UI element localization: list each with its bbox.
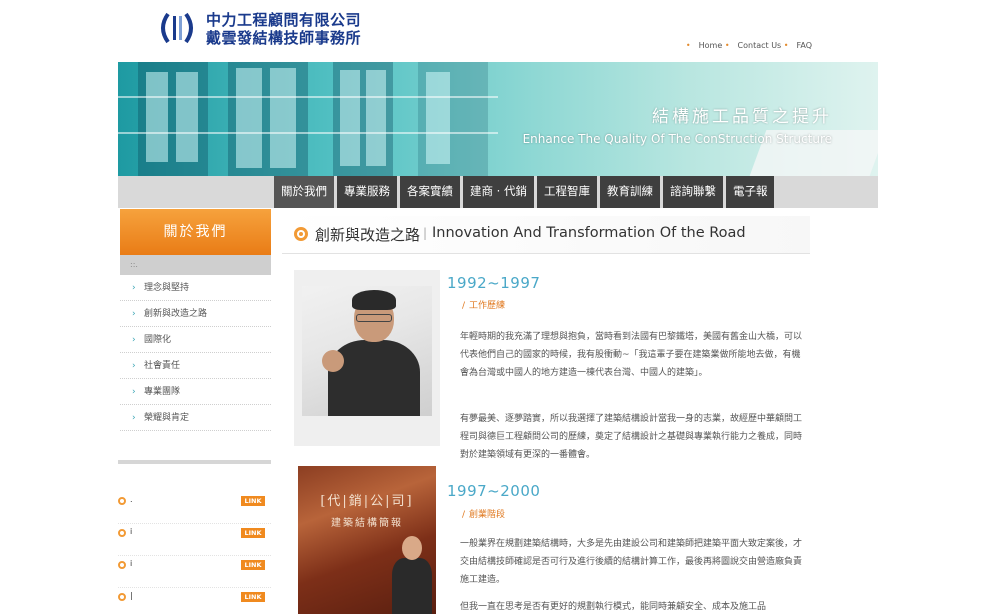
chevron-right-icon: ›	[132, 387, 136, 397]
section2-paragraph1: 一般業界在規劃建築結構時，大多是先由建設公司和建築師把建築平面大致定案後，才交由…	[460, 539, 803, 585]
sidebar-title: 關於我們	[120, 209, 271, 255]
section2-paragraph2: 但我一直在思考是否有更好的規劃執行模式，能同時兼顧安全、成本及施工品	[460, 602, 767, 612]
title-separator: |	[423, 226, 428, 240]
sidebar-item-label: 專業團隊	[144, 387, 181, 397]
company-name-line1: 中力工程顧問有限公司	[206, 11, 362, 29]
company-name: 中力工程顧問有限公司 戴雲發結構技師事務所	[206, 11, 361, 47]
sidebar-item-label: 榮耀與肯定	[144, 413, 190, 423]
link-button[interactable]: LINK	[241, 528, 265, 538]
home-link[interactable]: Home	[699, 41, 723, 50]
site-header: 中力工程顧問有限公司 戴雲發結構技師事務所 • Home • Contact Us …	[118, 0, 878, 62]
sidebar-bar: ::.	[120, 255, 271, 275]
nav-newsletter[interactable]: 電子報	[725, 176, 775, 208]
section1-subtitle-text: 工作歷練	[469, 301, 506, 311]
link-label: i	[130, 559, 133, 568]
chevron-right-icon: ›	[132, 361, 136, 371]
link-button[interactable]: LINK	[241, 496, 265, 506]
banner-title-cn: 結構施工品質之提升	[652, 107, 832, 127]
nav-knowledge[interactable]: 工程智庫	[536, 176, 597, 208]
page-title-en: Innovation And Transformation Of the Roa…	[432, 225, 746, 241]
target-icon	[294, 227, 308, 241]
nav-developers[interactable]: 建商 · 代銷	[463, 176, 534, 208]
book-cover-title: [代|銷|公|司]	[320, 494, 414, 509]
list-item: . LINK	[118, 492, 271, 524]
link-label: |	[130, 591, 133, 600]
sidebar-item-label: 社會責任	[144, 361, 181, 371]
section1-subtitle: / 工作歷練	[462, 301, 506, 311]
bullet-icon: •	[783, 41, 789, 50]
contact-us-link[interactable]: Contact Us	[738, 41, 782, 50]
sidebar-item-innovation[interactable]: › 創新與改造之路	[120, 301, 271, 327]
page-title: 創新與改造之路 | Innovation And Transformation …	[282, 216, 810, 254]
sidebar-item-label: 創新與改造之路	[144, 309, 208, 319]
sidebar-item-international[interactable]: › 國際化	[120, 327, 271, 353]
sidebar-item-honors[interactable]: › 榮耀與肯定	[120, 405, 271, 431]
link-label: i	[130, 527, 133, 536]
list-item: i LINK	[118, 524, 271, 556]
chevron-right-icon: ›	[132, 335, 136, 345]
bullet-icon	[118, 593, 126, 601]
hero-banner: 結構施工品質之提升 Enhance The Quality Of The Con…	[118, 62, 878, 176]
company-logo-icon[interactable]	[156, 10, 198, 46]
main-nav: 關於我們 專業服務 各案實績 建商 · 代銷 工程智庫 教育訓練 諮詢聯繫 電子…	[118, 176, 878, 208]
sidebar-item-philosophy[interactable]: › 理念與堅持	[120, 275, 271, 301]
nav-about-us[interactable]: 關於我們	[274, 176, 334, 208]
nav-training[interactable]: 教育訓練	[599, 176, 660, 208]
link-label: .	[130, 495, 133, 504]
company-name-line2: 戴雲發結構技師事務所	[206, 29, 362, 47]
top-nav: • Home • Contact Us • FAQ	[686, 41, 812, 50]
section1-paragraph2: 有夢最美、逐夢踏實，所以我選擇了建築結構設計當我一身的志業，故經歷中華顧問工程司…	[460, 414, 803, 460]
section2-subtitle-text: 創業階段	[469, 510, 506, 520]
bullet-icon	[118, 561, 126, 569]
sidebar-item-team[interactable]: › 專業團隊	[120, 379, 271, 405]
chevron-right-icon: ›	[132, 309, 136, 319]
banner-title-en: Enhance The Quality Of The ConStruction …	[522, 132, 832, 146]
nav-services[interactable]: 專業服務	[337, 176, 397, 208]
section2-subtitle: / 創業階段	[462, 510, 506, 520]
list-item: | LINK	[118, 588, 271, 614]
section1-year: 1992~1997	[447, 274, 541, 292]
nav-projects[interactable]: 各案實績	[400, 176, 460, 208]
list-item: i LINK	[118, 556, 271, 588]
portrait-photo	[294, 270, 440, 446]
sidebar-menu: › 理念與堅持 › 創新與改造之路 › 國際化 › 社會責任 › 專業團隊 › 榮耀與肯定	[120, 275, 271, 431]
chevron-right-icon: ›	[132, 283, 136, 293]
link-button[interactable]: LINK	[241, 560, 265, 570]
section1-paragraph1: 年輕時期的我充滿了理想與抱負，當時看到法國有巴黎鐵塔，美國有舊金山大橋，可以代表…	[460, 332, 803, 378]
chevron-right-icon: ›	[132, 413, 136, 423]
link-list: . LINK i LINK i LINK | LINK	[118, 492, 271, 614]
book-cover-subtitle: 建築結構簡報	[331, 518, 403, 529]
page-title-cn: 創新與改造之路	[315, 226, 421, 244]
sidebar-item-label: 國際化	[144, 335, 172, 345]
book-cover-image: [代|銷|公|司] 建築結構簡報	[298, 466, 436, 614]
nav-consulting[interactable]: 諮詢聯繫	[662, 176, 723, 208]
bullet-icon: •	[685, 41, 691, 50]
bullet-icon	[118, 529, 126, 537]
faq-link[interactable]: FAQ	[797, 41, 813, 50]
link-button[interactable]: LINK	[241, 592, 265, 602]
sidebar-item-label: 理念與堅持	[144, 283, 190, 293]
bullet-icon: •	[724, 41, 730, 50]
section2-year: 1997~2000	[447, 482, 541, 500]
sidebar-divider	[118, 460, 271, 464]
sidebar-item-responsibility[interactable]: › 社會責任	[120, 353, 271, 379]
bullet-icon	[118, 497, 126, 505]
